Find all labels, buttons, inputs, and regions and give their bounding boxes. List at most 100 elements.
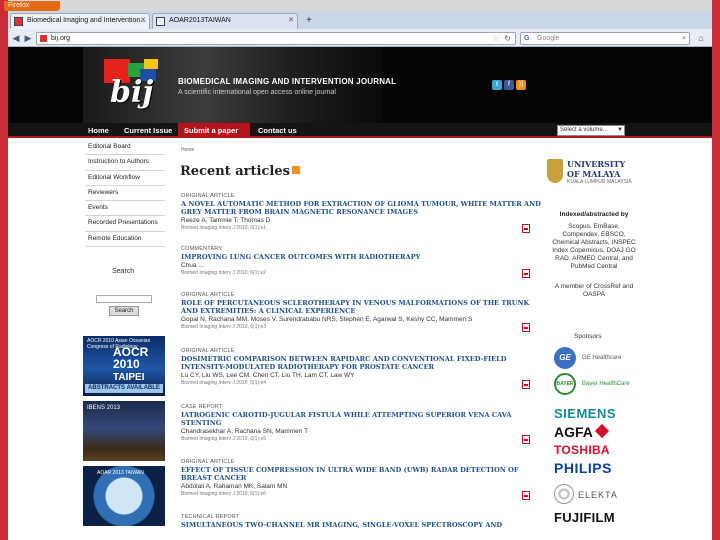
main-menu: Home Current Issue Submit a paper Contac… — [8, 123, 712, 138]
left-menu-remote[interactable]: Remote Education — [85, 232, 165, 248]
left-menu-events[interactable]: Events — [85, 201, 165, 217]
bookmark-star-icon[interactable]: ☆ — [492, 33, 499, 44]
ad-headline: AOCR 2010 TAIPEI — [113, 345, 149, 383]
close-tab-icon[interactable]: ✕ — [288, 14, 294, 28]
article-authors: Reeze A, Tammie T, Thomas D — [181, 217, 271, 224]
recent-articles-heading: Recent articles — [180, 164, 300, 179]
siemens-logo[interactable]: SIEMENS — [554, 406, 616, 421]
toshiba-logo[interactable]: TOSHIBA — [554, 443, 610, 457]
page-favicon-icon — [156, 17, 165, 26]
article-type: TECHNICAL REPORT — [181, 514, 240, 520]
article-type: CASE REPORT — [181, 404, 223, 410]
agfa-logo[interactable]: AGFA — [554, 423, 609, 440]
article-item: ORIGINAL ARTICLE A NOVEL AUTOMATIC METHO… — [181, 193, 541, 231]
twitter-icon[interactable]: t — [492, 80, 502, 90]
navigation-bar: ◀ ▶ bij.org ☆ ↻ G Google ⌕ ⌂ — [8, 29, 712, 47]
sponsors-heading: Sponsors — [574, 333, 602, 340]
ge-healthcare-text: GE Healthcare — [582, 355, 622, 361]
search-button[interactable]: Search — [109, 306, 139, 316]
article-item: ORIGINAL ARTICLE EFFECT OF TISSUE COMPRE… — [181, 459, 541, 497]
ad-strip: ABSTRACTS AVAILABLE — [85, 384, 163, 393]
volume-select[interactable]: Select a volume... ▼ — [557, 125, 625, 136]
article-authors: Gopal N, Rachana MM, Moses V, Surendraba… — [181, 316, 473, 323]
menu-submit-paper[interactable]: Submit a paper — [178, 123, 250, 138]
article-title-link[interactable]: ROLE OF PERCUTANEOUS SCLEROTHERAPY IN VE… — [181, 299, 541, 315]
article-citation: Biomed Imaging Interv J 2010; 6(1):e2 — [181, 270, 267, 276]
tab-bij[interactable]: Biomedical Imaging and Intervention... ✕ — [10, 13, 150, 29]
bayer-logo[interactable]: BAYER — [554, 373, 576, 395]
article-title-link[interactable]: A NOVEL AUTOMATIC METHOD FOR EXTRACTION … — [181, 200, 541, 216]
close-tab-icon[interactable]: ✕ — [140, 14, 146, 28]
volume-select-value: Select a volume... — [560, 127, 608, 133]
article-title-link[interactable]: IMPROVING LUNG CANCER OUTCOMES WITH RADI… — [181, 253, 541, 261]
menu-contact-us[interactable]: Contact us — [252, 123, 303, 138]
article-item: COMMENTARY IMPROVING LUNG CANCER OUTCOME… — [181, 246, 541, 276]
article-title-link[interactable]: SIMULTANEOUS TWO-CHANNEL MR IMAGING, SIN… — [181, 521, 541, 529]
browser-search-box[interactable]: G Google ⌕ — [520, 32, 690, 45]
elekta-logo[interactable]: ELEKTA — [578, 490, 618, 500]
bij-favicon-icon — [14, 17, 23, 26]
left-menu-instructions[interactable]: Instruction to Authors — [85, 155, 165, 171]
university-crest-icon — [547, 159, 563, 183]
article-type: ORIGINAL ARTICLE — [181, 348, 235, 354]
aoar-2013-ad[interactable]: AOAR 2013 TAIWAN — [83, 466, 165, 526]
bij-logo[interactable]: bij — [104, 59, 170, 111]
pdf-icon[interactable] — [522, 269, 530, 278]
article-authors: Abdolali A, Rahaman MK, Salam MN — [181, 483, 288, 490]
breadcrumb[interactable]: Home — [181, 147, 194, 153]
left-menu-editorial-board[interactable]: Editorial Board — [85, 140, 165, 156]
fujifilm-logo[interactable]: FUJIFILM — [554, 510, 615, 525]
article-authors: Lu CY, Liu WS, Lee CM, Chen CT, Liu TH, … — [181, 372, 355, 379]
article-item: CASE REPORT IATROGENIC CAROTID-JUGULAR F… — [181, 404, 541, 442]
address-bar[interactable]: bij.org ☆ ↻ — [36, 32, 516, 45]
university-of-malaya-logo[interactable]: UNIVERSITY OF MALAYA KUALA LUMPUR MALAYS… — [543, 157, 633, 187]
menu-home[interactable]: Home — [82, 123, 115, 138]
forward-arrow-icon[interactable]: ▶ — [22, 32, 34, 44]
left-menu-reviewers[interactable]: Reviewers — [85, 186, 165, 202]
search-input[interactable] — [96, 295, 152, 303]
home-icon[interactable]: ⌂ — [694, 32, 708, 44]
article-authors: Chua ... — [181, 262, 204, 269]
rss-icon[interactable] — [291, 166, 300, 174]
rss-icon[interactable]: )) — [516, 80, 526, 90]
bayer-healthcare-text: Bayer HealthCare — [582, 381, 630, 387]
left-menu-workflow[interactable]: Editorial Workflow — [85, 171, 165, 186]
pdf-icon[interactable] — [522, 224, 530, 233]
back-arrow-icon[interactable]: ◀ — [10, 32, 22, 44]
article-type: COMMENTARY — [181, 246, 223, 252]
chevron-down-icon: ▼ — [617, 127, 623, 133]
membership-text: A member of CrossRef and OASPA — [554, 283, 634, 298]
article-title-link[interactable]: IATROGENIC CAROTID-JUGULAR FISTULA WHILE… — [181, 411, 541, 427]
firefox-menu-button[interactable]: Firefox — [4, 1, 60, 11]
aocr-2010-ad[interactable]: AOCR 2010 Asian Oceanian Congress of Rad… — [83, 336, 165, 396]
url-text: bij.org — [51, 35, 71, 42]
pdf-icon[interactable] — [522, 491, 530, 500]
ad-caption: IBENS 2013 — [87, 405, 121, 411]
ibens-2013-ad[interactable]: IBENS 2013 — [83, 401, 165, 461]
new-tab-plus-icon[interactable]: + — [302, 15, 316, 27]
site-favicon-icon — [40, 35, 47, 42]
pdf-icon[interactable] — [522, 380, 530, 389]
pdf-icon[interactable] — [522, 323, 530, 332]
ge-logo[interactable]: GE — [554, 347, 576, 369]
facebook-icon[interactable]: f — [504, 80, 514, 90]
article-item: TECHNICAL REPORT SIMULTANEOUS TWO-CHANNE… — [181, 514, 541, 529]
article-type: ORIGINAL ARTICLE — [181, 459, 235, 465]
tab-aoar[interactable]: AOAR2013TAIWAN ✕ — [152, 13, 298, 29]
left-menu-recorded[interactable]: Recorded Presentations — [85, 216, 165, 232]
reload-icon[interactable]: ↻ — [504, 33, 511, 44]
tab-bar: Biomedical Imaging and Intervention... ✕… — [8, 11, 712, 29]
tab-label: AOAR2013TAIWAN — [169, 17, 231, 24]
menu-current-issue[interactable]: Current Issue — [118, 123, 178, 138]
elekta-icon — [554, 484, 574, 504]
site-banner: bij BIOMEDICAL IMAGING AND INTERVENTION … — [8, 47, 712, 123]
article-title-link[interactable]: EFFECT OF TISSUE COMPRESSION IN ULTRA WI… — [181, 466, 541, 482]
pdf-icon[interactable] — [522, 435, 530, 444]
article-authors: Chandrasekhar A, Rachana SN, Mammen T — [181, 428, 309, 435]
philips-logo[interactable]: PHILIPS — [554, 460, 612, 476]
article-citation: Biomed Imaging Interv J 2010; 6(1):e5 — [181, 436, 267, 442]
article-title-link[interactable]: DOSIMETRIC COMPARISON BETWEEN RAPIDARC A… — [181, 355, 541, 371]
left-menu: Editorial Board Instruction to Authors E… — [85, 140, 165, 248]
web-page: bij BIOMEDICAL IMAGING AND INTERVENTION … — [8, 47, 712, 540]
search-icon[interactable]: ⌕ — [682, 33, 686, 44]
